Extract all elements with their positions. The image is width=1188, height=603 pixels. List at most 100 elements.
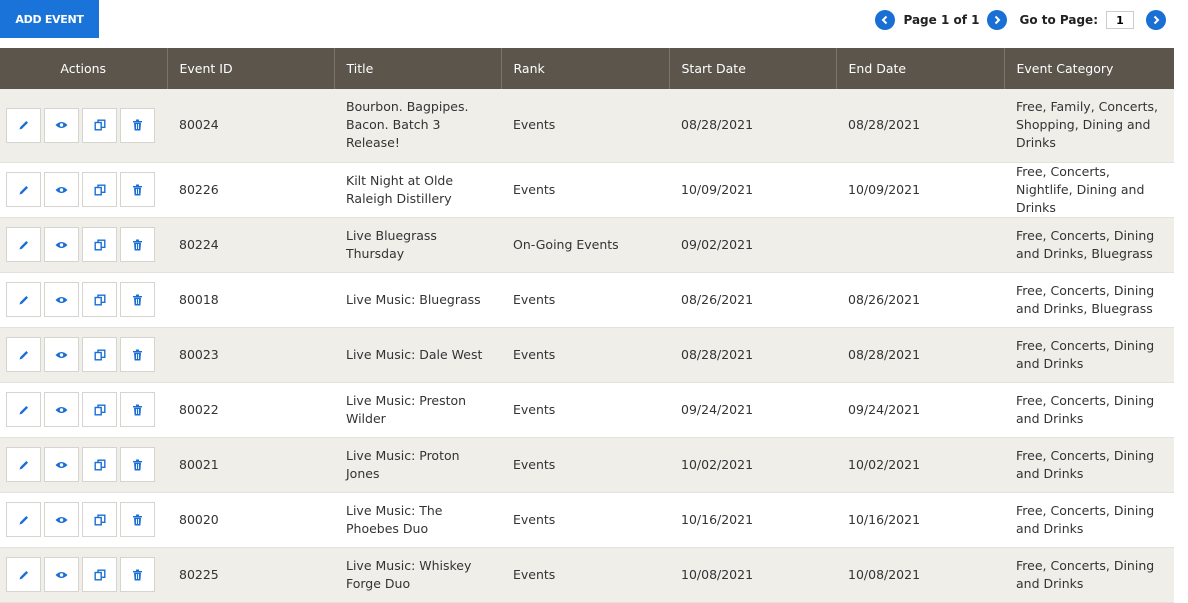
trash-icon — [133, 459, 142, 470]
cell-title: Live Music: The Phoebes Duo — [334, 492, 501, 548]
row-actions — [0, 327, 167, 383]
copy-icon — [94, 184, 105, 196]
goto-page-input[interactable] — [1106, 11, 1134, 29]
col-header-title[interactable]: Title — [334, 48, 502, 89]
trash-icon — [133, 349, 142, 360]
edit-button[interactable] — [6, 282, 41, 317]
view-button[interactable] — [44, 392, 79, 427]
col-header-end-date[interactable]: End Date — [836, 48, 1005, 89]
cell-event-id: 80020 — [167, 492, 334, 548]
view-button[interactable] — [44, 282, 79, 317]
copy-icon — [94, 119, 105, 131]
cell-rank: Events — [501, 89, 669, 163]
cell-event-id: 80225 — [167, 547, 334, 603]
trash-icon — [133, 239, 142, 250]
trash-icon — [133, 514, 142, 525]
next-page-button[interactable] — [987, 10, 1008, 30]
copy-button[interactable] — [82, 227, 117, 262]
copy-icon — [94, 459, 105, 471]
delete-button[interactable] — [120, 227, 155, 262]
copy-button[interactable] — [82, 337, 117, 372]
cell-end-date: 10/08/2021 — [836, 547, 1004, 603]
col-header-event-id[interactable]: Event ID — [167, 48, 335, 89]
goto-page-button[interactable] — [1146, 10, 1166, 30]
col-header-rank[interactable]: Rank — [501, 48, 670, 89]
cell-title: Live Music: Dale West — [334, 327, 501, 383]
cell-event-category: Free, Concerts, Nightlife, Dining and Dr… — [1004, 162, 1174, 218]
add-event-button[interactable]: ADD EVENT — [0, 0, 99, 38]
eye-icon — [55, 461, 68, 468]
edit-button[interactable] — [6, 392, 41, 427]
cell-rank: Events — [501, 437, 669, 493]
cell-event-category: Free, Concerts, Dining and Drinks — [1004, 547, 1174, 603]
copy-button[interactable] — [82, 502, 117, 537]
cell-event-id: 80022 — [167, 382, 334, 438]
cell-event-category: Free, Concerts, Dining and Drinks — [1004, 327, 1174, 383]
row-actions — [0, 547, 167, 603]
cell-end-date: 10/16/2021 — [836, 492, 1004, 548]
table-header-row: Actions Event ID Title Rank Start Date E… — [0, 48, 1174, 89]
chevron-right-icon — [1153, 15, 1160, 25]
edit-button[interactable] — [6, 557, 41, 592]
cell-start-date: 08/28/2021 — [669, 89, 836, 163]
table-row: 80226 Kilt Night at Olde Raleigh Distill… — [0, 162, 1174, 218]
view-button[interactable] — [44, 172, 79, 207]
eye-icon — [55, 122, 68, 129]
edit-button[interactable] — [6, 502, 41, 537]
col-header-event-category[interactable]: Event Category — [1004, 48, 1174, 89]
pencil-icon — [19, 515, 28, 524]
copy-icon — [94, 294, 105, 306]
cell-start-date: 09/24/2021 — [669, 382, 836, 438]
view-button[interactable] — [44, 447, 79, 482]
delete-button[interactable] — [120, 392, 155, 427]
copy-icon — [94, 514, 105, 526]
cell-event-id: 80023 — [167, 327, 334, 383]
cell-title: Live Music: Whiskey Forge Duo — [334, 547, 501, 603]
row-actions — [0, 272, 167, 328]
view-button[interactable] — [44, 502, 79, 537]
eye-icon — [55, 571, 68, 578]
eye-icon — [55, 406, 68, 413]
trash-icon — [133, 119, 142, 131]
copy-button[interactable] — [82, 172, 117, 207]
delete-button[interactable] — [120, 107, 155, 143]
cell-title: Kilt Night at Olde Raleigh Distillery — [334, 162, 501, 218]
edit-button[interactable] — [6, 227, 41, 262]
view-button[interactable] — [44, 107, 79, 143]
prev-page-button[interactable] — [875, 10, 896, 30]
delete-button[interactable] — [120, 557, 155, 592]
table-row: 80024 Bourbon. Bagpipes. Bacon. Batch 3 … — [0, 89, 1174, 163]
edit-button[interactable] — [6, 107, 41, 143]
cell-end-date — [836, 217, 1004, 273]
edit-button[interactable] — [6, 447, 41, 482]
view-button[interactable] — [44, 557, 79, 592]
delete-button[interactable] — [120, 282, 155, 317]
eye-icon — [55, 351, 68, 358]
cell-event-id: 80024 — [167, 89, 334, 163]
pencil-icon — [19, 405, 28, 414]
cell-rank: Events — [501, 162, 669, 218]
pencil-icon — [19, 295, 28, 304]
col-header-start-date[interactable]: Start Date — [669, 48, 837, 89]
cell-start-date: 09/02/2021 — [669, 217, 836, 273]
copy-button[interactable] — [82, 447, 117, 482]
delete-button[interactable] — [120, 172, 155, 207]
view-button[interactable] — [44, 337, 79, 372]
delete-button[interactable] — [120, 502, 155, 537]
cell-start-date: 10/09/2021 — [669, 162, 836, 218]
eye-icon — [55, 186, 68, 193]
copy-icon — [94, 239, 105, 251]
trash-icon — [133, 569, 142, 580]
copy-button[interactable] — [82, 107, 117, 143]
view-button[interactable] — [44, 227, 79, 262]
copy-button[interactable] — [82, 392, 117, 427]
delete-button[interactable] — [120, 337, 155, 372]
delete-button[interactable] — [120, 447, 155, 482]
copy-button[interactable] — [82, 557, 117, 592]
edit-button[interactable] — [6, 337, 41, 372]
cell-start-date: 08/28/2021 — [669, 327, 836, 383]
cell-title: Live Music: Bluegrass — [334, 272, 501, 328]
cell-event-category: Free, Concerts, Dining and Drinks — [1004, 492, 1174, 548]
copy-button[interactable] — [82, 282, 117, 317]
edit-button[interactable] — [6, 172, 41, 207]
